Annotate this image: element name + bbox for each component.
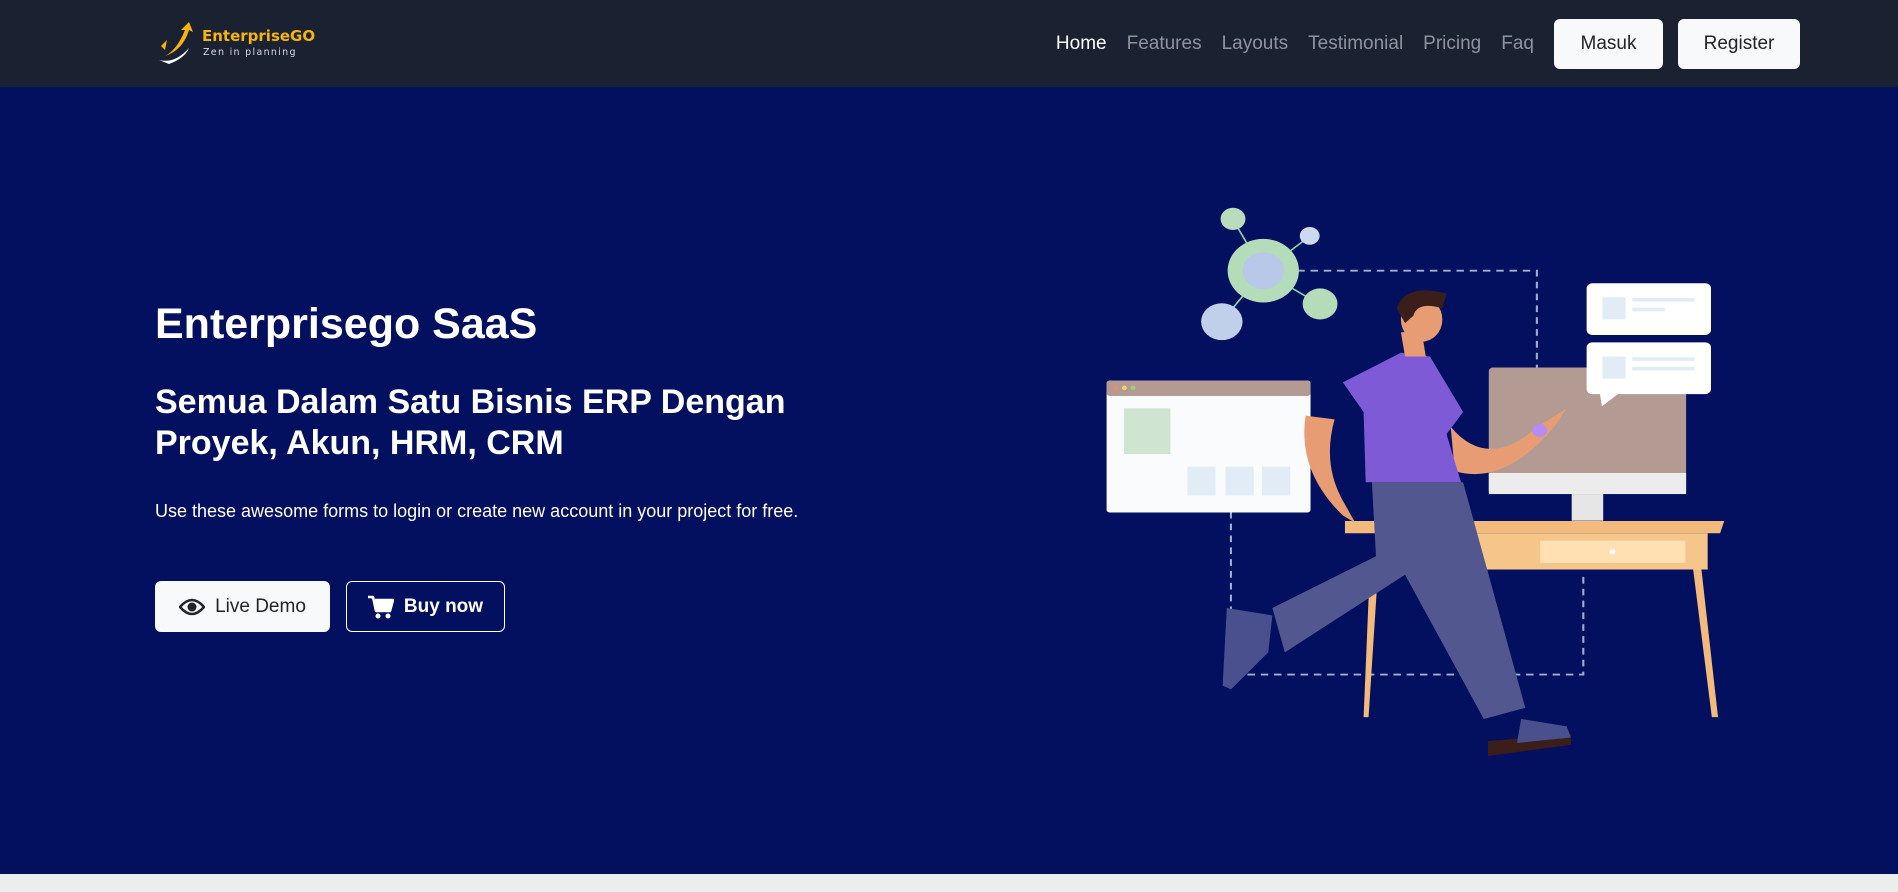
navbar: EnterpriseGO Zen in planning Home Featur…	[0, 0, 1898, 87]
nav-layouts[interactable]: Layouts	[1222, 33, 1289, 55]
nav-home[interactable]: Home	[1056, 33, 1107, 55]
nav-testimonial[interactable]: Testimonial	[1308, 33, 1403, 55]
brand-logo[interactable]: EnterpriseGO Zen in planning	[155, 18, 315, 66]
nav-features[interactable]: Features	[1127, 33, 1202, 55]
register-button[interactable]: Register	[1678, 19, 1800, 69]
live-demo-label: Live Demo	[215, 595, 306, 617]
nav-pricing[interactable]: Pricing	[1423, 33, 1481, 55]
eye-icon	[179, 598, 206, 615]
hero-description: Use these awesome forms to login or crea…	[155, 501, 799, 521]
live-demo-button[interactable]: Live Demo	[155, 581, 330, 632]
logo-icon	[159, 22, 193, 64]
brand-tagline: Zen in planning	[203, 47, 297, 58]
nav-links: Home Features Layouts Testimonial Pricin…	[1056, 19, 1800, 69]
hero-subtitle: Semua Dalam Satu Bisnis ERP Dengan Proye…	[155, 383, 786, 462]
buy-now-label: Buy now	[403, 595, 484, 617]
nav-faq[interactable]: Faq	[1501, 33, 1534, 55]
buy-now-button[interactable]: Buy now	[346, 581, 505, 632]
cart-icon	[367, 595, 394, 618]
hero-title: Enterprisego SaaS	[155, 300, 538, 348]
hero-illustration	[1106, 207, 1725, 756]
login-button[interactable]: Masuk	[1554, 19, 1663, 69]
brand-name: EnterpriseGO	[202, 27, 316, 45]
